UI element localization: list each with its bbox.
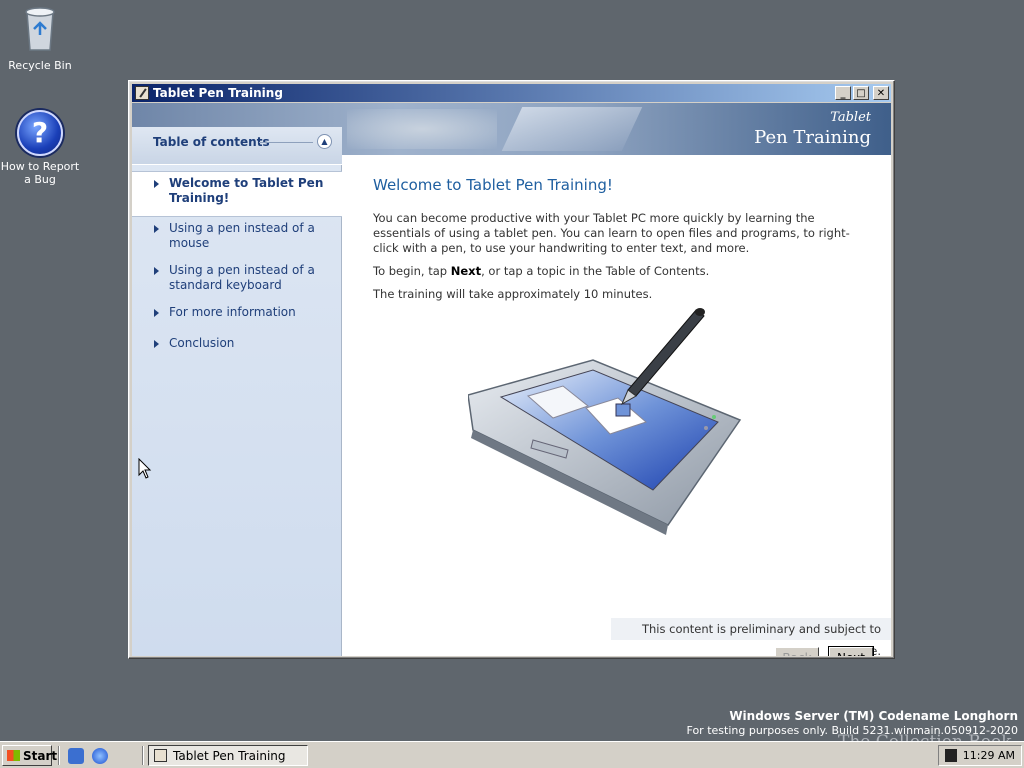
toc-header: Table of contents ▲ — [132, 127, 342, 165]
clock[interactable]: 11:29 AM — [963, 749, 1015, 762]
tablet-pc-illustration — [468, 308, 742, 535]
bullet-arrow-icon — [154, 340, 159, 348]
toc-item-label: Using a pen instead of a mouse — [169, 221, 315, 250]
begin-instructions: To begin, tap Next, or tap a topic in th… — [373, 264, 710, 278]
tablet-pen-training-window: Tablet Pen Training _ □ ✕ Tablet Pen Tra… — [128, 80, 895, 659]
start-label: Start — [23, 748, 58, 763]
mouse-pointer-icon — [138, 458, 152, 479]
recycle-bin-shortcut[interactable]: Recycle Bin — [0, 4, 80, 72]
brand-line-2: Pen Training — [754, 127, 871, 148]
window-client-area: Tablet Pen Training Table of contents ▲ … — [132, 103, 891, 656]
window-title: Tablet Pen Training — [153, 86, 283, 100]
bullet-arrow-icon — [154, 180, 159, 188]
collapse-up-icon[interactable]: ▲ — [317, 134, 332, 149]
bullet-arrow-icon — [154, 267, 159, 275]
quick-launch-ie-icon[interactable] — [92, 748, 108, 764]
pen-app-icon — [154, 749, 167, 762]
taskbar-item-tablet-pen-training[interactable]: Tablet Pen Training — [148, 745, 308, 766]
recycle-bin-label: Recycle Bin — [8, 59, 72, 72]
page-title: Welcome to Tablet Pen Training! — [373, 176, 613, 194]
intro-paragraph: You can become productive with your Tabl… — [373, 211, 850, 255]
toc-item-label: Conclusion — [169, 336, 235, 350]
navigation-buttons: Back Next — [343, 615, 891, 656]
minimize-button[interactable]: _ — [835, 86, 851, 100]
close-button[interactable]: ✕ — [873, 86, 889, 100]
toc-item-welcome[interactable]: Welcome to Tablet Pen Training! — [132, 171, 342, 217]
table-of-contents-pane: Table of contents ▲ Welcome to Tablet Pe… — [132, 127, 342, 656]
toc-item-more-info[interactable]: For more information — [132, 305, 342, 320]
toc-item-pen-as-keyboard[interactable]: Using a pen instead of a standard keyboa… — [132, 263, 342, 293]
taskbar-item-label: Tablet Pen Training — [173, 748, 286, 763]
maximize-button[interactable]: □ — [853, 86, 869, 100]
toc-item-label: Welcome to Tablet Pen Training! — [169, 176, 324, 205]
title-bar[interactable]: Tablet Pen Training _ □ ✕ — [132, 84, 891, 102]
system-tray: 11:29 AM — [938, 745, 1022, 766]
help-question-icon: ? — [17, 110, 63, 156]
bullet-arrow-icon — [154, 225, 159, 233]
next-button[interactable]: Next — [828, 646, 874, 656]
brand-line-1: Tablet — [830, 110, 871, 125]
build-watermark-title: Windows Server (TM) Codename Longhorn — [729, 709, 1018, 723]
toc-item-pen-as-mouse[interactable]: Using a pen instead of a mouse — [132, 221, 342, 251]
report-bug-shortcut[interactable]: ? How to Report a Bug — [0, 110, 80, 186]
tray-download-icon[interactable] — [945, 749, 957, 762]
toc-title: Table of contents — [153, 135, 270, 149]
recycle-bin-icon — [25, 7, 55, 51]
windows-logo-icon — [7, 750, 20, 761]
toc-item-label: Using a pen instead of a standard keyboa… — [169, 263, 315, 292]
toc-item-conclusion[interactable]: Conclusion — [132, 336, 342, 351]
back-button[interactable]: Back — [775, 647, 819, 656]
quick-launch-desktop-icon[interactable] — [68, 748, 84, 764]
report-bug-label: How to Report a Bug — [0, 160, 80, 186]
start-button[interactable]: Start — [2, 745, 57, 766]
content-pane: Welcome to Tablet Pen Training! You can … — [343, 155, 891, 595]
taskbar: Start Tablet Pen Training 11:29 AM — [0, 741, 1024, 768]
toc-item-label: For more information — [169, 305, 296, 319]
bullet-arrow-icon — [154, 309, 159, 317]
pen-app-icon — [135, 86, 149, 100]
